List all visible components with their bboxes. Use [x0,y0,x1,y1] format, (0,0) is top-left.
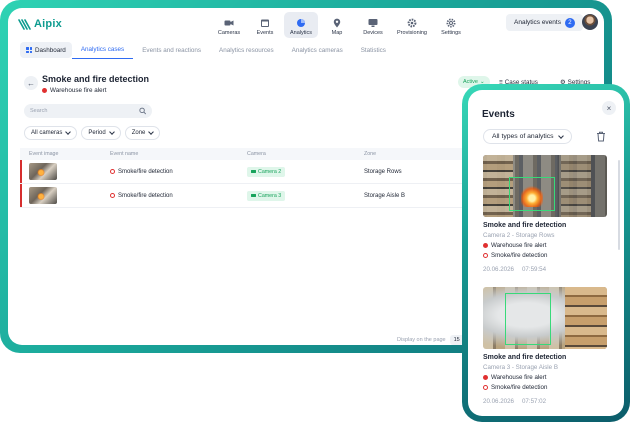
camera-icon [251,194,256,197]
table-row[interactable]: Smoke/fire detection Camera 2 Storage Ro… [20,160,472,184]
close-icon: × [606,103,612,113]
map-pin-icon [333,18,341,28]
filter-period[interactable]: Period [81,126,121,140]
chevron-down-icon [108,129,115,135]
event-alert: Warehouse fire alert [483,374,607,381]
event-camera: Camera 3 - Storage Aisle B [483,364,558,371]
alert-dot-icon [42,88,47,93]
calendar-icon [261,19,269,27]
chevron-down-icon [557,132,564,139]
panel-title: Events [482,109,515,120]
event-type: Smoke/fire detection [483,252,607,259]
event-card[interactable]: Smoke and fire detection Camera 3 - Stor… [483,287,607,405]
nav-analytics[interactable]: Analytics [284,12,318,38]
tab-events-and-reactions[interactable]: Events and reactions [133,41,210,59]
camera-icon [251,170,256,173]
camera-icon [224,20,234,26]
pagination: Display on the page 15⌄ [397,335,472,345]
event-thumbnail[interactable] [29,163,57,180]
events-panel: Events × All types of analytics Smoke an… [468,90,624,416]
chevron-down-icon [148,129,155,135]
close-button[interactable]: × [602,101,616,115]
app-name: Aipix [34,18,62,30]
nav-map[interactable]: Map [320,12,354,38]
search-box [24,104,152,118]
search-icon[interactable] [138,107,146,115]
table-row[interactable]: Smoke/fire detection Camera 3 Storage Ai… [20,184,472,208]
event-status-icon [110,169,115,174]
main-nav: Cameras Events Analytics Map Devices Pro… [212,12,468,38]
event-image-smoke[interactable] [483,287,607,349]
nav-devices[interactable]: Devices [356,12,390,38]
analytics-type-select[interactable]: All types of analytics [483,129,572,144]
event-card[interactable]: Smoke and fire detection Camera 2 - Stor… [483,155,607,273]
event-title: Smoke and fire detection [483,222,567,229]
dashboard-button[interactable]: Dashboard [20,42,72,58]
monitor-icon [368,19,378,27]
search-input[interactable] [30,108,139,114]
event-camera: Camera 2 - Storage Rows [483,232,555,239]
nav-provisioning[interactable]: Provisioning [392,12,432,38]
event-status-icon [483,253,488,258]
tab-analytics-resources[interactable]: Analytics resources [210,41,283,59]
event-timestamp: 20.06.2026 07:57:02 [483,398,547,405]
event-status-icon [483,385,488,390]
event-alert: Warehouse fire alert [483,242,607,249]
panel-scrollbar[interactable] [618,160,620,250]
app-logo[interactable]: Aipix [18,18,62,30]
chevron-down-icon [65,129,72,135]
event-type: Smoke/fire detection [483,384,607,391]
analytics-events-button[interactable]: Analytics events 2 [506,14,583,31]
gear-icon [407,18,417,28]
filter-bar: All cameras Period Zone [24,126,161,140]
filter-zone[interactable]: Zone [124,126,161,140]
tab-analytics-cameras[interactable]: Analytics cameras [283,41,352,59]
camera-tag[interactable]: Camera 3 [247,190,286,201]
filter-cameras[interactable]: All cameras [24,126,78,140]
tab-statistics[interactable]: Statistics [352,41,395,59]
event-timestamp: 20.06.2026 07:59:54 [483,266,547,273]
event-title: Smoke and fire detection [483,354,567,361]
nav-cameras[interactable]: Cameras [212,12,246,38]
grid-icon [26,47,32,53]
back-button[interactable]: ← [24,76,38,90]
alert-dot-icon [483,375,488,380]
event-thumbnail[interactable] [29,187,57,204]
event-status-icon [110,193,115,198]
avatar[interactable] [582,14,598,30]
row-alert-marker [20,160,22,183]
settings-icon [446,18,456,28]
row-alert-marker [20,184,22,207]
logo-icon [18,18,31,30]
trash-icon[interactable] [596,131,606,142]
case-subtitle: Warehouse fire alert [42,87,106,94]
table-header: Event image Event name Camera Zone [20,148,472,160]
event-image-fire[interactable] [483,155,607,217]
nav-settings[interactable]: Settings [434,12,468,38]
pie-chart-icon [297,19,305,27]
fire-region [521,185,543,207]
top-bar: Aipix Cameras Events Analytics Map Devic… [8,8,604,40]
camera-tag[interactable]: Camera 2 [247,166,286,177]
events-count-badge: 2 [564,17,575,28]
tab-analytics-cases[interactable]: Analytics cases [71,41,134,59]
events-panel-frame: Events × All types of analytics Smoke an… [462,84,630,422]
events-table: Event image Event name Camera Zone Smoke… [20,148,472,208]
detection-box [505,293,551,345]
arrow-left-icon: ← [27,78,35,88]
nav-events[interactable]: Events [248,12,282,38]
analytics-subnav: Dashboard Analytics cases Events and rea… [16,41,596,59]
page-title: Smoke and fire detection [42,74,150,84]
alert-dot-icon [483,243,488,248]
